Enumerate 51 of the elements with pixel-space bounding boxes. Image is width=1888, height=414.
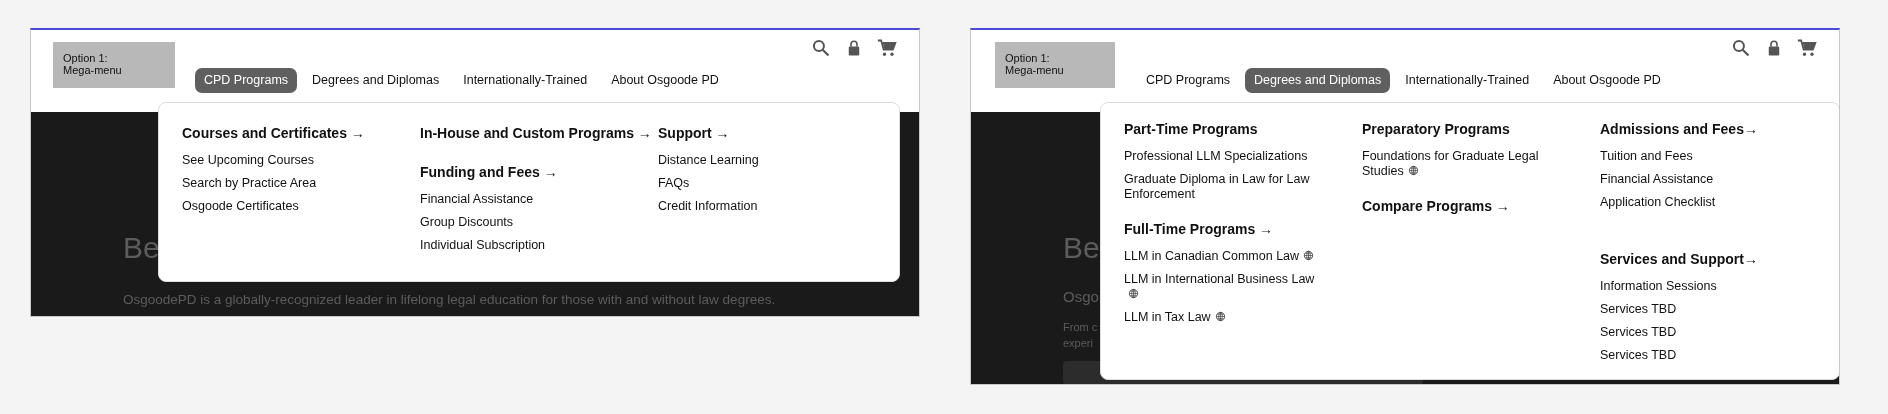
menu-link[interactable]: Osgoode Certificates [182, 199, 382, 214]
menu-link[interactable]: Distance Learning [658, 153, 858, 168]
menu-link[interactable]: Credit Information [658, 199, 858, 214]
nav-tab[interactable]: About Osgoode PD [602, 68, 728, 93]
menu-link[interactable]: Services TBD [1600, 325, 1800, 340]
menu-link[interactable]: LLM in International Business Law [1124, 272, 1324, 302]
menu-heading[interactable]: Admissions and Fees→ [1600, 119, 1758, 140]
hero-text: experi [1063, 335, 1093, 351]
menu-link[interactable]: Information Sessions [1600, 279, 1800, 294]
menu-heading[interactable]: Full-Time Programs → [1124, 219, 1274, 240]
menu-heading[interactable]: Funding and Fees → [420, 162, 558, 183]
menu-link[interactable]: Group Discounts [420, 215, 620, 230]
menu-heading[interactable]: Support → [658, 123, 730, 144]
nav-tab[interactable]: Internationally-Trained [454, 68, 597, 93]
nav-tab[interactable]: CPD Programs [1137, 68, 1240, 93]
logo-text: Option 1: Mega-menu [63, 52, 122, 76]
nav-tab[interactable]: CPD Programs [195, 68, 298, 93]
nav-tab[interactable]: Degrees and Diplomas [1245, 68, 1391, 93]
menu-link[interactable]: Foundations for Graduate Legal Studies [1362, 149, 1562, 179]
menu-heading[interactable]: Preparatory Programs [1362, 119, 1510, 140]
cart-icon[interactable] [1797, 38, 1817, 58]
menu-heading[interactable]: Services and Support→ [1600, 249, 1758, 270]
hero-text: Osgo [1063, 287, 1099, 307]
menu-link[interactable]: Graduate Diploma in Law for Law Enforcement [1124, 172, 1324, 202]
menu-link[interactable]: LLM in Canadian Common Law [1124, 249, 1324, 264]
cart-icon[interactable] [877, 38, 897, 58]
logo-text: Option 1: Mega-menu [1005, 52, 1064, 76]
menu-heading[interactable]: In-House and Custom Programs → [420, 123, 652, 144]
hero-title: Be [123, 230, 160, 266]
menu-link[interactable]: Search by Practice Area [182, 176, 382, 191]
menu-link[interactable]: LLM in Tax Law [1124, 310, 1324, 325]
menu-heading[interactable]: Part-Time Programs [1124, 119, 1258, 140]
nav-tab[interactable]: Internationally-Trained [1396, 68, 1539, 93]
menu-link[interactable]: Services TBD [1600, 348, 1800, 363]
nav-tab[interactable]: About Osgoode PD [1544, 68, 1670, 93]
hero-title: Be [1063, 230, 1100, 266]
menu-link[interactable]: Financial Assistance [1600, 172, 1800, 187]
menu-link[interactable]: Individual Subscription [420, 238, 620, 253]
menu-link[interactable]: Application Checklist [1600, 195, 1800, 210]
menu-link[interactable]: FAQs [658, 176, 858, 191]
menu-link[interactable]: Services TBD [1600, 302, 1800, 317]
nav-tab[interactable]: Degrees and Diplomas [303, 68, 449, 93]
menu-heading[interactable]: Courses and Certificates → [182, 123, 365, 144]
search-icon[interactable] [811, 38, 831, 58]
hero-text: OsgoodePD is a globally-recognized leader in lifelong legal education for those with and without law degrees. [123, 291, 776, 309]
menu-link[interactable]: Professional LLM Specializations [1124, 149, 1324, 164]
search-icon[interactable] [1731, 38, 1751, 58]
menu-link[interactable]: Tuition and Fees [1600, 149, 1800, 164]
menu-link[interactable]: Financial Assistance [420, 192, 620, 207]
menu-link[interactable]: See Upcoming Courses [182, 153, 382, 168]
menu-heading[interactable]: Compare Programs → [1362, 196, 1510, 217]
